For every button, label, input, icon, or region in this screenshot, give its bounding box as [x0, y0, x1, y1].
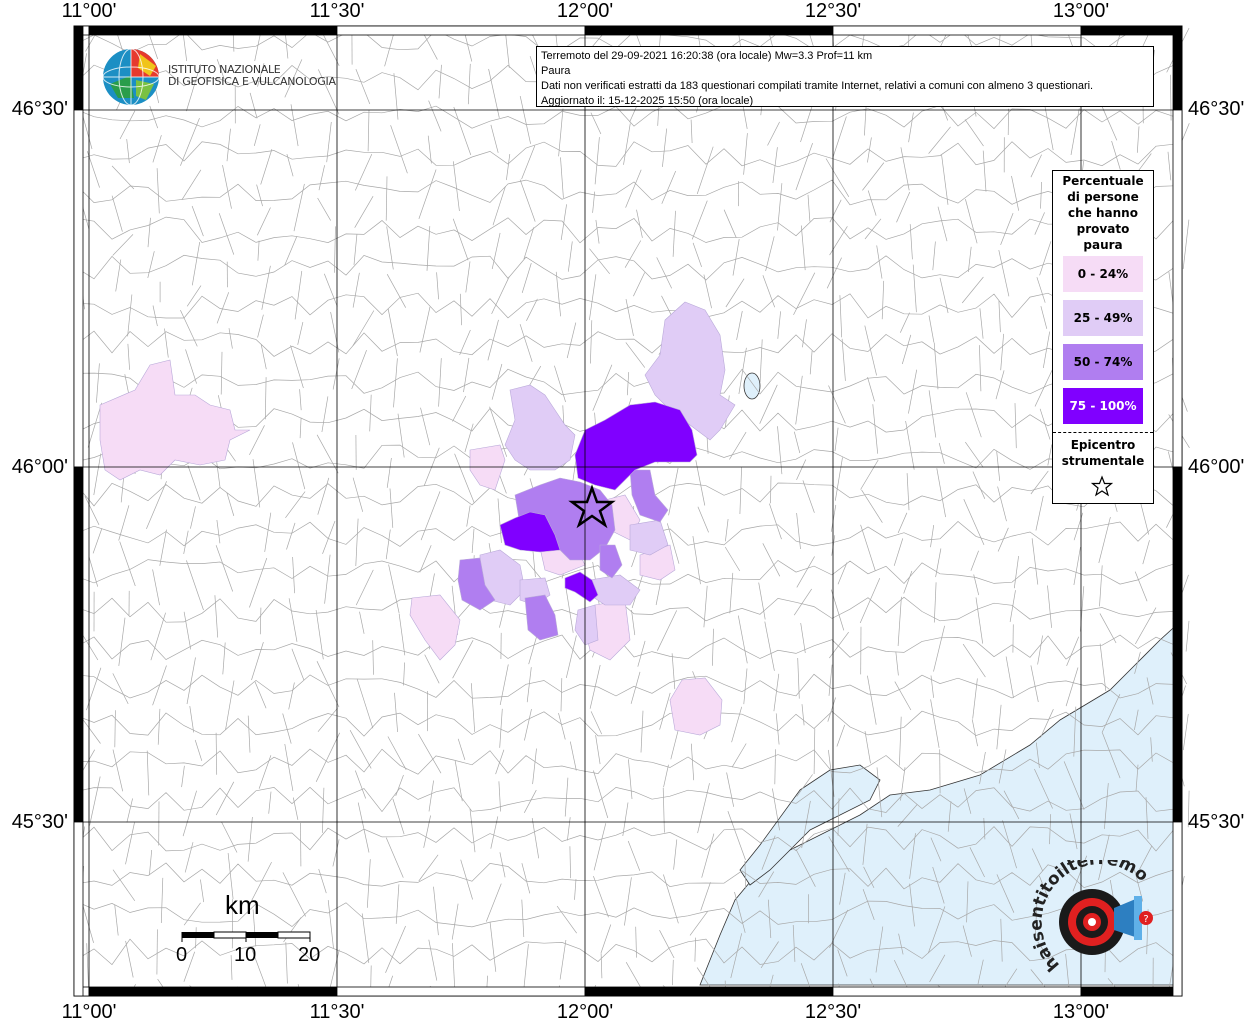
lon-label-top: 12°00' [556, 0, 614, 22]
lat-label-left: 46°00' [11, 456, 68, 478]
lat-label-right: 46°30' [1188, 98, 1245, 120]
frame-segment [73, 466, 84, 823]
frame-segment [73, 821, 84, 997]
frame-segment [73, 109, 84, 468]
frame-segment [584, 986, 834, 997]
scale-unit: km [225, 890, 260, 920]
scale-bar: km 0 10 20 [170, 890, 330, 980]
hai-sentito-il-terremoto-logo: ? haisentitoilterremoto.it [1024, 845, 1160, 980]
legend-class-0-24: 0 - 24% [1063, 256, 1143, 292]
lat-label-right: 46°00' [1188, 456, 1245, 478]
legend-title-line: di persone [1067, 190, 1139, 204]
frame-segment [88, 986, 338, 997]
scale-label: 20 [298, 944, 321, 966]
legend-title: Percentuale di persone che hanno provato… [1053, 171, 1153, 253]
lon-label-top: 12°30' [804, 0, 862, 22]
legend-epicenter-line: Epicentro [1070, 438, 1136, 452]
frame-segment [1172, 466, 1183, 823]
star-icon [1091, 475, 1113, 497]
lon-label-bottom: 12°00' [556, 1001, 614, 1023]
frame-segment [1172, 109, 1183, 468]
border-line [1182, 713, 1189, 751]
lon-label-bottom: 12°30' [804, 1001, 862, 1023]
legend-title-line: paura [1083, 238, 1123, 252]
lat-label-left: 45°30' [11, 811, 68, 833]
lon-label-top: 11°30' [309, 0, 365, 22]
lat-label-right: 45°30' [1188, 811, 1245, 833]
info-box: Terremoto del 29-09-2021 16:20:38 (ora l… [536, 46, 1154, 107]
target-icon: ? haisentitoilterremoto.it [1024, 845, 1153, 975]
svg-text:?: ? [1143, 914, 1148, 925]
legend-title-line: che hanno [1068, 206, 1138, 220]
scale-label: 10 [234, 944, 257, 966]
border-line [1185, 620, 1190, 652]
ingv-logo: ISTITUTO NAZIONALE DI GEOFISICA E VULCAN… [100, 46, 340, 108]
logo-line-2: DI GEOFISICA E VULCANOLOGIA [168, 75, 336, 88]
updated-line: Aggiornato il: 15-12-2025 15:50 (ora loc… [541, 95, 754, 107]
event-line: Terremoto del 29-09-2021 16:20:38 (ora l… [541, 50, 873, 62]
legend-divider [1053, 432, 1153, 433]
lake [743, 372, 761, 400]
frame-segment [1172, 25, 1183, 111]
legend-class-25-49: 25 - 49% [1063, 300, 1143, 336]
frame-segment [1080, 986, 1183, 997]
frame-segment [832, 25, 1082, 36]
lon-label-top: 11°00' [61, 0, 117, 22]
frame-segment [336, 25, 586, 36]
legend-title-line: provato [1076, 222, 1130, 236]
legend-title-line: Percentuale [1062, 174, 1144, 188]
border-line [770, 475, 772, 504]
legend-class-50-74: 50 - 74% [1063, 344, 1143, 380]
frame-segment [73, 25, 84, 111]
lon-label-top: 13°00' [1052, 0, 1110, 22]
parameter-line: Paura [541, 65, 571, 77]
border-line [156, 929, 158, 975]
lon-label-bottom: 11°30' [309, 1001, 365, 1023]
frame-segment [88, 25, 338, 36]
scale-label: 0 [176, 944, 188, 966]
globe-icon [102, 48, 160, 106]
frame-segment [584, 25, 834, 36]
legend-epicenter-line: strumentale [1061, 454, 1145, 468]
frame-segment [832, 986, 1082, 997]
legend-class-75-100: 75 - 100% [1063, 388, 1143, 424]
frame-segment [336, 986, 586, 997]
lon-label-bottom: 13°00' [1052, 1001, 1110, 1023]
data-note-line: Dati non verificati estratti da 183 ques… [541, 80, 1094, 92]
legend: Percentuale di persone che hanno provato… [1052, 170, 1154, 504]
lon-label-bottom: 11°00' [61, 1001, 117, 1023]
frame-segment [1080, 25, 1183, 36]
lat-label-left: 46°30' [11, 98, 68, 120]
border-line [1182, 219, 1190, 269]
frame-segment [1172, 821, 1183, 997]
legend-epicenter-label: Epicentro strumentale [1053, 437, 1153, 469]
